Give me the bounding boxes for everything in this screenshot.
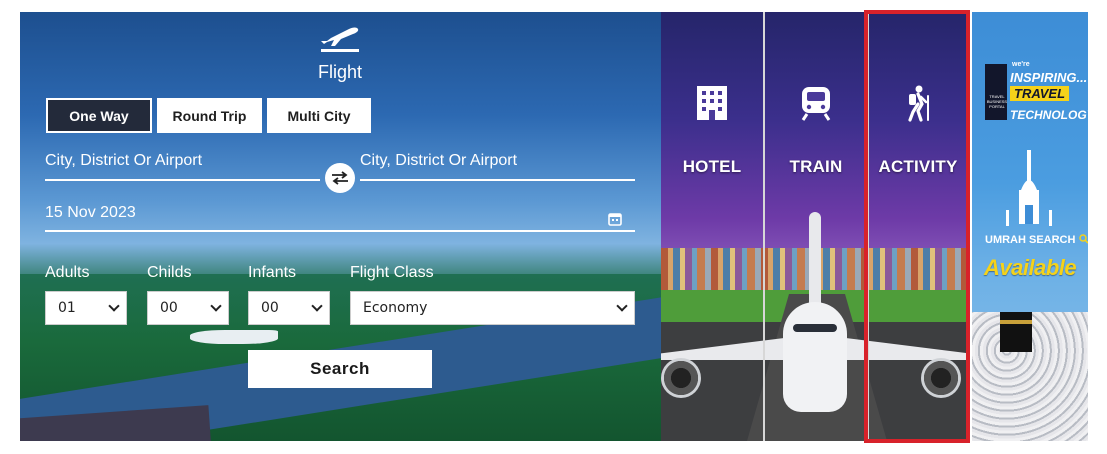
flight-search-panel: Flight One Way Round Trip Multi City Cit… [20, 12, 661, 441]
chevron-down-icon [210, 300, 222, 312]
umrah-advertisement[interactable]: TRAVEL BUSINESS PORTAL we're INSPIRING..… [972, 12, 1088, 441]
origin-input[interactable]: City, District Or Airport [45, 152, 202, 170]
infants-label: Infants [248, 264, 297, 281]
hotel-label: HOTEL [682, 157, 742, 176]
childs-select[interactable]: 00 [147, 291, 229, 325]
ad-were-text: we're [1012, 61, 1030, 68]
activity-highlight-frame [864, 10, 970, 443]
ad-inspiring-text: INSPIRING... [1010, 70, 1088, 85]
travel-business-portal-logo [985, 64, 1007, 120]
ad-technology-text: TECHNOLOGY [1010, 108, 1088, 122]
umrah-search-label: UMRAH SEARCH [985, 234, 1076, 246]
flight-class-select[interactable]: Economy [350, 291, 635, 325]
kaaba-band [1000, 320, 1032, 324]
chevron-down-icon [616, 300, 628, 312]
chevron-down-icon [311, 300, 323, 312]
one-way-button[interactable]: One Way [46, 98, 152, 133]
logo-text: TRAVEL BUSINESS PORTAL [986, 94, 1008, 109]
departure-date-input[interactable]: 15 Nov 2023 [45, 204, 136, 222]
childs-label: Childs [147, 264, 192, 281]
available-text: Available [984, 255, 1077, 280]
round-trip-button[interactable]: Round Trip [157, 98, 262, 133]
background-ship [190, 330, 278, 344]
multi-city-button[interactable]: Multi City [267, 98, 371, 133]
umrah-search-text: UMRAH SEARCH [985, 234, 1088, 246]
infants-select[interactable]: 00 [248, 291, 330, 325]
train-icon [801, 87, 831, 121]
train-label: TRAIN [789, 157, 843, 176]
flight-class-label: Flight Class [350, 264, 434, 281]
hotel-tile[interactable]: HOTEL [661, 12, 763, 441]
search-icon [1078, 234, 1088, 244]
infants-value: 00 [261, 300, 279, 316]
date-underline [45, 230, 635, 232]
flight-title: Flight [317, 62, 362, 82]
kaaba-image [1000, 312, 1032, 352]
hotel-icon [697, 86, 727, 120]
childs-value: 00 [160, 300, 178, 316]
airplane-takeoff-icon [321, 27, 359, 52]
adults-select[interactable]: 01 [45, 291, 127, 325]
destination-input[interactable]: City, District Or Airport [360, 152, 517, 170]
search-button[interactable]: Search [248, 350, 432, 388]
train-tile[interactable]: TRAIN [765, 12, 867, 441]
flight-class-value: Economy [363, 300, 428, 316]
swap-arrows-icon [332, 171, 348, 185]
destination-underline [360, 179, 635, 181]
adults-label: Adults [45, 264, 90, 281]
calendar-icon[interactable] [608, 212, 622, 226]
chevron-down-icon [108, 300, 120, 312]
swap-button[interactable] [325, 163, 355, 193]
adults-value: 01 [58, 300, 76, 316]
ad-travel-text: TRAVEL [1010, 86, 1070, 101]
mosque-icon [1006, 150, 1052, 226]
origin-underline [45, 179, 320, 181]
